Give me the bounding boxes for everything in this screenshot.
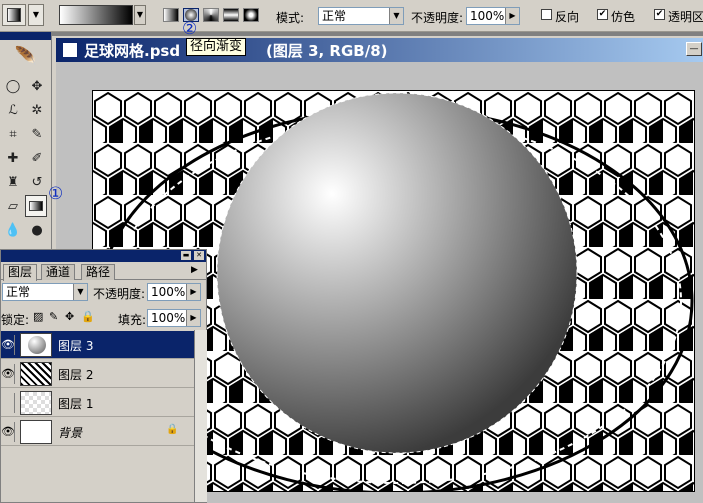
lock-brush-icon[interactable]: ✎: [49, 310, 58, 323]
layer-opacity-value: 100%: [151, 285, 186, 299]
radial-gradient-tooltip: 径向渐变: [186, 38, 247, 56]
document-titlebar[interactable]: 足球网格.psd (图层 3, RGB/8) —: [56, 38, 703, 62]
marquee-tool-icon[interactable]: ◯: [2, 76, 24, 98]
tool-preset-button[interactable]: [2, 4, 26, 26]
layer-name: 图层 2: [58, 368, 94, 382]
layers-scrollbar[interactable]: [194, 330, 207, 502]
mode-select[interactable]: 正常 ▼: [318, 7, 404, 25]
fill-arrow-icon: ▶: [186, 310, 200, 326]
magic-wand-icon[interactable]: ✲: [26, 100, 48, 122]
layers-tabs: 图层 通道 路径 ▶: [1, 262, 206, 281]
diamond-gradient-button[interactable]: [243, 8, 259, 22]
feather-logo-icon[interactable]: 🪶: [4, 46, 48, 68]
slice-tool-icon[interactable]: ✎: [26, 124, 48, 146]
gradient-tool-icon: [7, 8, 21, 22]
sphere-thumbnail-icon: [28, 336, 46, 354]
visibility-eye-icon[interactable]: 👁: [1, 364, 15, 384]
angle-gradient-button[interactable]: [203, 8, 219, 22]
clone-stamp-icon[interactable]: ♜: [2, 172, 24, 194]
layer-thumbnail: [20, 333, 52, 357]
layer-thumbnail: [20, 362, 52, 386]
fill-input[interactable]: 100% ▶: [147, 309, 201, 327]
healing-brush-icon[interactable]: ✚: [2, 148, 24, 170]
tab-channels[interactable]: 通道: [41, 264, 76, 280]
opacity-arrow-icon: ▶: [505, 8, 519, 24]
dither-checkbox[interactable]: ✔: [597, 9, 608, 20]
minimize-button[interactable]: —: [686, 42, 702, 56]
opacity-value: 100%: [470, 9, 505, 23]
layer-name: 背景: [58, 426, 83, 440]
mode-value: 正常: [322, 9, 347, 23]
photoshop-window: ▼ ▼ 模式: 正常 ▼ 不透明度: 100% ▶ 反向 ✔ 仿色 ✔ 透明区 …: [0, 0, 703, 503]
transparency-label: 透明区: [668, 10, 703, 24]
layer-lock-icon: 🔒: [166, 424, 179, 435]
psd-file-icon: [62, 42, 78, 58]
layer-opacity-arrow-icon: ▶: [186, 284, 200, 300]
annotation-marker-1: ①: [48, 184, 64, 204]
tab-paths[interactable]: 路径: [81, 264, 116, 280]
blend-mode-select[interactable]: 正常 ▼: [2, 283, 88, 301]
brush-tool-icon[interactable]: ✐: [26, 148, 48, 170]
layer-opacity-label: 不透明度:: [93, 287, 146, 301]
reflected-gradient-button[interactable]: [223, 8, 239, 22]
reverse-label: 反向: [555, 10, 580, 24]
tab-layers[interactable]: 图层: [3, 264, 38, 281]
layer-thumbnail: [20, 420, 52, 444]
crop-tool-icon[interactable]: ⌗: [2, 124, 24, 146]
blur-tool-icon[interactable]: 💧: [2, 220, 24, 242]
annotation-marker-2: ②: [182, 19, 198, 39]
gradient-picker[interactable]: [59, 5, 133, 25]
layers-panel: ▬ ✕ 图层 通道 路径 ▶ 正常 ▼ 不透明度: 100% ▶ 锁定: ▨ ✎…: [0, 249, 207, 503]
panel-minimize-button[interactable]: ▬: [181, 251, 191, 260]
gradient-tool-button[interactable]: [25, 195, 47, 217]
opacity-label: 不透明度:: [411, 11, 464, 25]
opacity-input[interactable]: 100% ▶: [466, 7, 520, 25]
document-mode: (图层 3, RGB/8): [266, 42, 388, 60]
layer-name: 图层 3: [58, 339, 94, 353]
fill-value: 100%: [151, 311, 186, 325]
visibility-eye-icon[interactable]: 👁: [1, 422, 15, 442]
dodge-tool-icon[interactable]: ●: [26, 220, 48, 242]
eraser-tool-icon[interactable]: ▱: [2, 196, 24, 218]
tool-preset-dropdown[interactable]: ▼: [28, 4, 44, 26]
mode-dropdown-icon: ▼: [389, 8, 403, 24]
panel-close-button[interactable]: ✕: [194, 251, 204, 260]
mode-label: 模式:: [276, 11, 305, 25]
options-bar: ▼ ▼ 模式: 正常 ▼ 不透明度: 100% ▶ 反向 ✔ 仿色 ✔ 透明区: [0, 0, 703, 32]
layer-row-1[interactable]: 图层 1: [1, 389, 194, 417]
toolbox: 🪶 ◯ ✥ ℒ ✲ ⌗ ✎ ✚ ✐ ♜ ↺ ▱ 💧 ●: [0, 32, 52, 252]
move-tool-icon[interactable]: ✥: [26, 76, 48, 98]
layer-row-2[interactable]: 👁 图层 2: [1, 360, 194, 388]
document-title: 足球网格.psd: [84, 42, 181, 60]
visibility-eye-icon[interactable]: 👁: [1, 335, 15, 355]
lasso-tool-icon[interactable]: ℒ: [2, 100, 24, 122]
lock-transparency-icon[interactable]: ▨: [33, 310, 43, 323]
fill-label: 填充:: [118, 313, 147, 327]
linear-gradient-button[interactable]: [163, 8, 179, 22]
dither-label: 仿色: [611, 10, 636, 24]
gradient-sphere: [217, 93, 577, 453]
gradient-picker-arrow[interactable]: ▼: [134, 5, 146, 25]
lock-all-icon[interactable]: 🔒: [81, 310, 95, 323]
layer-thumbnail: [20, 391, 52, 415]
layer-row-3[interactable]: 👁 图层 3: [1, 331, 194, 359]
toolbox-titlebar: [0, 32, 51, 40]
history-brush-icon[interactable]: ↺: [26, 172, 48, 194]
layer-row-background[interactable]: 👁 背景 🔒: [1, 418, 194, 446]
reverse-checkbox[interactable]: [541, 9, 552, 20]
blend-mode-value: 正常: [6, 285, 31, 299]
blend-mode-dropdown-icon: ▼: [73, 284, 87, 300]
lock-label: 锁定:: [1, 313, 30, 327]
layer-name: 图层 1: [58, 397, 94, 411]
gradient-icon: [29, 201, 43, 211]
transparency-checkbox[interactable]: ✔: [654, 9, 665, 20]
layers-panel-titlebar[interactable]: ▬ ✕: [1, 250, 206, 262]
lock-move-icon[interactable]: ✥: [65, 310, 74, 323]
visibility-eye-icon[interactable]: [1, 393, 15, 413]
panel-menu-icon[interactable]: ▶: [191, 265, 198, 275]
layer-opacity-input[interactable]: 100% ▶: [147, 283, 201, 301]
